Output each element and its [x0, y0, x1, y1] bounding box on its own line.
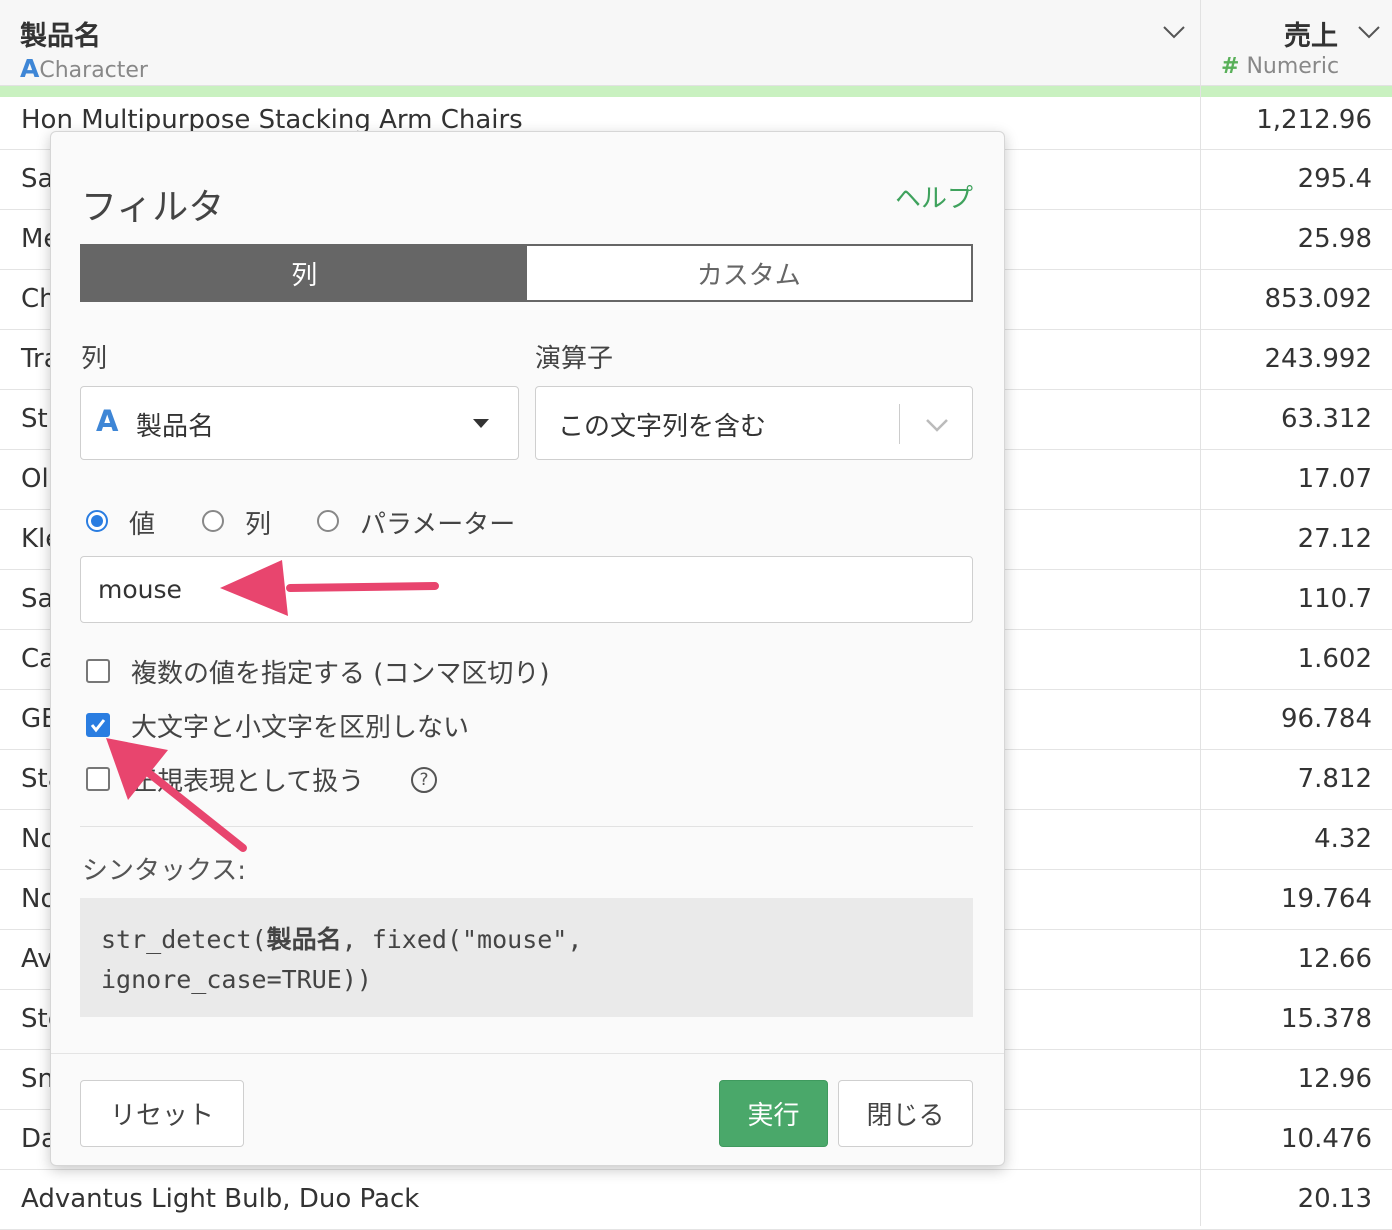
radio-parameter[interactable] [317, 510, 339, 532]
filter-mode-tabs: 列 カスタム [80, 244, 973, 302]
footer-divider [51, 1053, 1004, 1054]
sales-cell: 96.784 [1281, 704, 1372, 734]
product-name-cell: Sa [21, 164, 54, 194]
column-header-sales[interactable]: 売上 # Numeric [1201, 0, 1392, 86]
help-link[interactable]: ヘルプ [895, 178, 973, 215]
checkbox-multiple-values[interactable] [86, 659, 110, 683]
close-button[interactable]: 閉じる [838, 1080, 973, 1147]
dialog-title: フィルタ [81, 187, 225, 228]
radio-parameter-label: パラメーター [360, 510, 516, 540]
sales-cell: 1,212.96 [1256, 105, 1372, 135]
sales-cell: 10.476 [1281, 1124, 1372, 1154]
tab-column[interactable]: 列 [82, 246, 527, 300]
tab-custom[interactable]: カスタム [526, 246, 971, 300]
syntax-text: ignore_case=TRUE)) [101, 965, 372, 994]
chevron-down-icon[interactable] [1357, 24, 1381, 40]
product-name-cell: Ol [21, 464, 49, 494]
sales-cell: 17.07 [1297, 464, 1372, 494]
syntax-text: , fixed("mouse", [341, 925, 583, 954]
sales-cell: 7.812 [1297, 764, 1372, 794]
sales-cell: 110.7 [1297, 584, 1372, 614]
product-name-cell: Av [21, 944, 53, 974]
column-name: 売上 [1284, 21, 1338, 52]
sales-cell: 1.602 [1297, 644, 1372, 674]
run-button[interactable]: 実行 [719, 1080, 828, 1147]
sales-cell: 853.092 [1264, 284, 1372, 314]
question-circle-icon[interactable]: ? [411, 767, 437, 793]
filter-dialog: フィルタ ヘルプ 列 カスタム 列 演算子 A 製品名 この文字列を含む 値 列… [50, 131, 1005, 1166]
sales-cell: 243.992 [1264, 344, 1372, 374]
column-select[interactable]: A 製品名 [80, 386, 519, 460]
product-name-cell: Advantus Light Bulb, Duo Pack [21, 1184, 420, 1214]
divider [80, 826, 973, 827]
syntax-label: シンタックス: [82, 856, 246, 886]
checkbox-ignore-case-label: 大文字と小文字を区別しない [131, 713, 470, 743]
sales-cell: 12.66 [1297, 944, 1372, 974]
checkbox-multiple-values-label: 複数の値を指定する (コンマ区切り) [131, 659, 550, 689]
sales-cell: 25.98 [1297, 224, 1372, 254]
sales-cell: 63.312 [1281, 404, 1372, 434]
column-select-value: 製品名 [136, 412, 215, 442]
column-type-label: Character [39, 58, 148, 83]
column-divider [1200, 0, 1201, 1226]
checkbox-regex-label: 正規表現として扱う [131, 767, 365, 797]
checkbox-regex[interactable] [86, 767, 110, 791]
operator-select-value: この文字列を含む [558, 412, 767, 442]
numeric-type-icon: # [1221, 54, 1240, 79]
character-type-icon: A [20, 54, 40, 83]
character-type-icon: A [96, 404, 119, 438]
radio-column[interactable] [202, 510, 224, 532]
chevron-down-icon [926, 419, 948, 432]
chevron-down-icon[interactable] [1162, 24, 1186, 40]
radio-value[interactable] [86, 510, 108, 532]
operator-label: 演算子 [535, 344, 614, 374]
sales-cell: 19.764 [1281, 884, 1372, 914]
checkbox-ignore-case[interactable] [86, 713, 110, 737]
operator-select[interactable]: この文字列を含む [535, 386, 973, 460]
product-name-cell: Sa [21, 584, 54, 614]
sales-cell: 295.4 [1297, 164, 1372, 194]
sales-cell: 12.96 [1297, 1064, 1372, 1094]
sales-cell: 20.13 [1297, 1184, 1372, 1214]
column-type-label: Numeric [1246, 54, 1340, 79]
check-icon [90, 719, 106, 733]
table-row[interactable]: Advantus Light Bulb, Duo Pack 20.13 [0, 1170, 1392, 1230]
column-label: 列 [81, 344, 108, 374]
syntax-column-name: 製品名 [266, 925, 342, 954]
caret-down-icon [473, 419, 489, 428]
column-type: ACharacter [20, 54, 148, 83]
syntax-text: str_detect( [101, 925, 267, 954]
sales-cell: 4.32 [1314, 824, 1372, 854]
column-header-product-name[interactable]: 製品名 ACharacter [0, 0, 1200, 86]
sales-cell: 27.12 [1297, 524, 1372, 554]
radio-column-label: 列 [245, 510, 272, 540]
select-divider [899, 404, 900, 444]
reset-button[interactable]: リセット [80, 1080, 244, 1147]
sales-cell: 15.378 [1281, 1004, 1372, 1034]
column-quality-bar [0, 86, 1392, 97]
filter-value-input[interactable]: mouse [80, 556, 973, 623]
product-name-cell: St [21, 404, 48, 434]
column-name: 製品名 [20, 21, 101, 52]
radio-value-label: 値 [129, 510, 156, 540]
syntax-preview: str_detect(製品名, fixed("mouse", ignore_cas… [80, 898, 973, 1017]
column-type: # Numeric [1221, 54, 1339, 79]
